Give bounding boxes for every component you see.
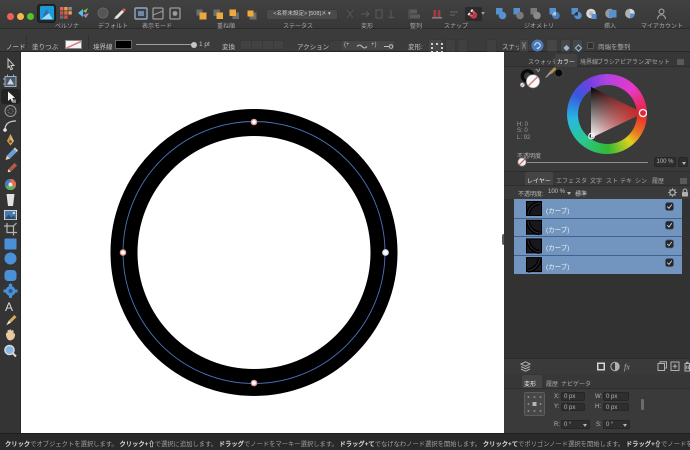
svg-text:A: A [5,300,13,314]
svg-text:fx: fx [624,363,630,372]
